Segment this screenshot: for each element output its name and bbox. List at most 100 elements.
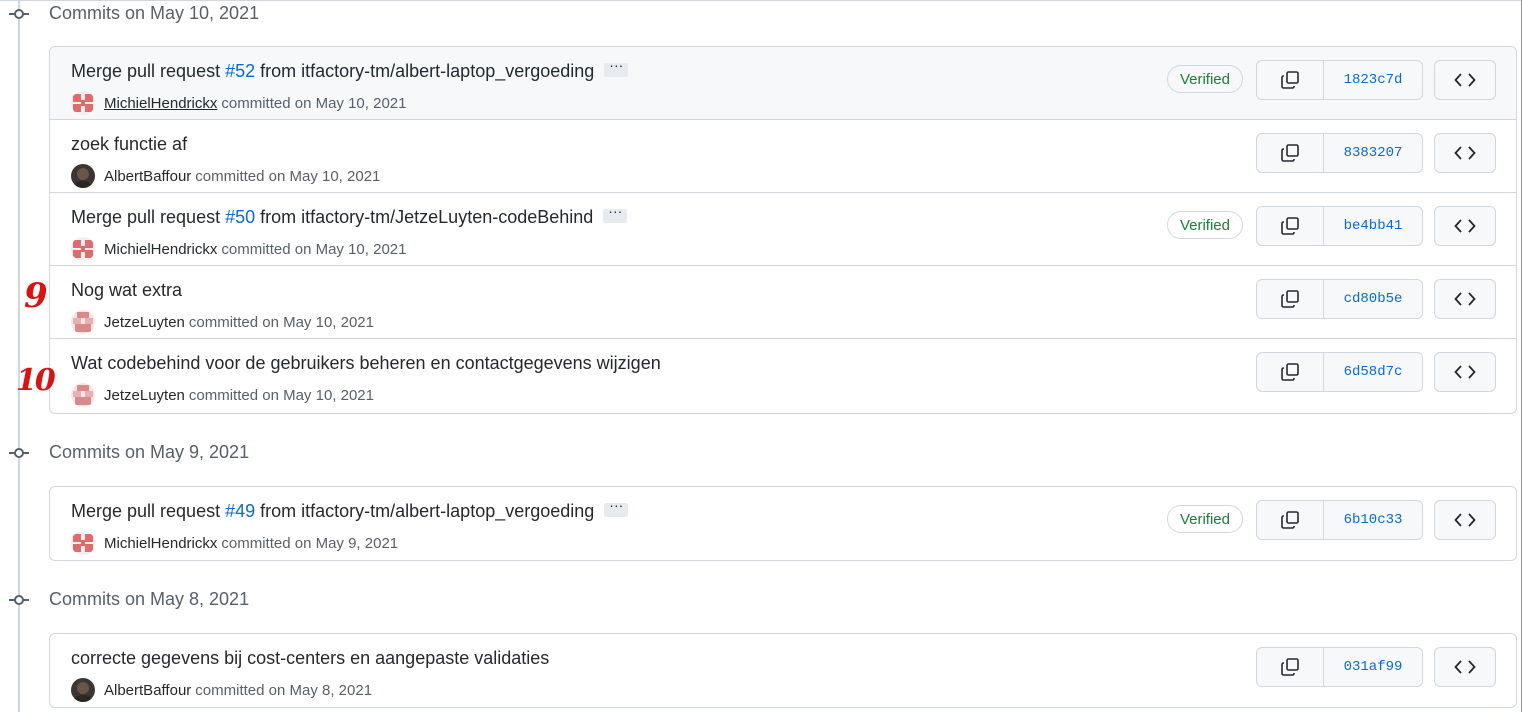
commit-meta: JetzeLuyten committed on May 10, 2021: [71, 310, 374, 334]
ellipsis-icon[interactable]: [603, 203, 628, 224]
commit-message[interactable]: Merge pull request #50 from itfactory-tm…: [71, 203, 628, 228]
commit-date: committed on May 8, 2021: [195, 681, 373, 699]
commit-message[interactable]: Merge pull request #52 from itfactory-tm…: [71, 57, 629, 82]
copy-icon: [1281, 71, 1299, 89]
pr-link[interactable]: #52: [225, 61, 255, 81]
commit-author[interactable]: AlbertBaffour: [104, 682, 191, 699]
copy-icon: [1281, 363, 1299, 381]
code-icon: [1454, 73, 1476, 87]
pr-link[interactable]: #49: [225, 501, 255, 521]
verified-badge[interactable]: Verified: [1166, 211, 1243, 239]
commit-group-header: Commits on May 8, 2021: [0, 586, 600, 616]
commit-message[interactable]: zoek functie af: [71, 134, 187, 155]
copy-sha-button[interactable]: [1257, 134, 1324, 172]
code-icon: [1454, 513, 1476, 527]
copy-sha-button[interactable]: [1257, 280, 1324, 318]
commit-list: Merge pull request #52 from itfactory-tm…: [49, 46, 1517, 414]
avatar[interactable]: [71, 678, 95, 702]
verified-badge[interactable]: Verified: [1166, 65, 1243, 93]
browse-repo-button[interactable]: [1434, 279, 1496, 319]
commit-message[interactable]: Nog wat extra: [71, 280, 182, 301]
commit-author[interactable]: MichielHendrickx: [104, 95, 217, 112]
code-icon: [1454, 365, 1476, 379]
commit-sha-link[interactable]: be4bb41: [1324, 207, 1422, 245]
group-title: Commits on May 10, 2021: [49, 3, 260, 23]
code-icon: [1454, 219, 1476, 233]
commit-date: committed on May 10, 2021: [188, 313, 374, 331]
annotation-number: 9: [24, 276, 48, 316]
commit-sha-link[interactable]: 1823c7d: [1324, 61, 1422, 99]
commit-message[interactable]: correcte gegevens bij cost-centers en aa…: [71, 648, 549, 669]
code-icon: [1454, 292, 1476, 306]
copy-icon: [1281, 217, 1299, 235]
commit-author[interactable]: AlbertBaffour: [104, 168, 191, 185]
group-title: Commits on May 8, 2021: [49, 589, 250, 609]
commit-meta: AlbertBaffour committed on May 8, 2021: [71, 678, 372, 702]
commit-sha-link[interactable]: cd80b5e: [1324, 280, 1422, 318]
copy-sha-button[interactable]: [1257, 353, 1324, 391]
ellipsis-icon[interactable]: [604, 57, 629, 78]
commit-author[interactable]: MichielHendrickx: [104, 535, 217, 552]
copy-sha-button[interactable]: [1257, 501, 1324, 539]
sha-button-group: 1823c7d: [1256, 60, 1423, 100]
commit-sha-link[interactable]: 6b10c33: [1324, 501, 1422, 539]
browse-repo-button[interactable]: [1434, 352, 1496, 392]
git-commit-icon: [9, 595, 29, 605]
copy-sha-button[interactable]: [1257, 648, 1324, 686]
commit-sha-link[interactable]: 6d58d7c: [1324, 353, 1422, 391]
ellipsis-icon[interactable]: [604, 497, 629, 518]
commit-meta: MichielHendrickx committed on May 9, 202…: [71, 531, 398, 555]
commit-row: correcte gegevens bij cost-centers en aa…: [50, 634, 1516, 707]
avatar[interactable]: [71, 310, 95, 334]
commit-date: committed on May 9, 2021: [221, 534, 399, 552]
sha-button-group: 8383207: [1256, 133, 1423, 173]
copy-icon: [1281, 290, 1299, 308]
commit-meta: MichielHendrickx committed on May 10, 20…: [71, 237, 406, 261]
avatar[interactable]: [71, 164, 95, 188]
commit-row: Merge pull request #52 from itfactory-tm…: [50, 47, 1516, 120]
avatar[interactable]: [71, 237, 95, 261]
commit-meta: JetzeLuyten committed on May 10, 2021: [71, 383, 374, 407]
commit-message[interactable]: Wat codebehind voor de gebruikers behere…: [71, 353, 661, 374]
browse-repo-button[interactable]: [1434, 206, 1496, 246]
copy-sha-button[interactable]: [1257, 61, 1324, 99]
commit-message[interactable]: Merge pull request #49 from itfactory-tm…: [71, 497, 629, 522]
copy-sha-button[interactable]: [1257, 207, 1324, 245]
commit-meta: MichielHendrickx committed on May 10, 20…: [71, 91, 406, 115]
browse-repo-button[interactable]: [1434, 647, 1496, 687]
commit-meta: AlbertBaffour committed on May 10, 2021: [71, 164, 380, 188]
copy-icon: [1281, 658, 1299, 676]
avatar[interactable]: [71, 531, 95, 555]
commit-author[interactable]: MichielHendrickx: [104, 241, 217, 258]
sha-button-group: 6d58d7c: [1256, 352, 1423, 392]
pr-link[interactable]: #50: [225, 207, 255, 227]
commit-group-header: Commits on May 9, 2021: [0, 439, 600, 469]
avatar[interactable]: [71, 91, 95, 115]
commit-date: committed on May 10, 2021: [221, 94, 407, 112]
browse-repo-button[interactable]: [1434, 500, 1496, 540]
avatar[interactable]: [71, 383, 95, 407]
commit-date: committed on May 10, 2021: [221, 240, 407, 258]
browse-repo-button[interactable]: [1434, 60, 1496, 100]
commit-sha-link[interactable]: 8383207: [1324, 134, 1422, 172]
commit-group-header: Commits on May 10, 2021: [0, 0, 600, 30]
commit-author[interactable]: JetzeLuyten: [104, 314, 185, 331]
group-title: Commits on May 9, 2021: [49, 442, 250, 462]
code-icon: [1454, 146, 1476, 160]
annotation-number: 10: [16, 363, 56, 398]
copy-icon: [1281, 511, 1299, 529]
commit-list: Merge pull request #49 from itfactory-tm…: [49, 486, 1517, 561]
commit-sha-link[interactable]: 031af99: [1324, 648, 1422, 686]
git-commit-icon: [9, 9, 29, 19]
sha-button-group: cd80b5e: [1256, 279, 1423, 319]
sha-button-group: be4bb41: [1256, 206, 1423, 246]
verified-badge[interactable]: Verified: [1166, 505, 1243, 533]
commit-row: Wat codebehind voor de gebruikers behere…: [50, 339, 1516, 412]
commit-author[interactable]: JetzeLuyten: [104, 387, 185, 404]
commit-date: committed on May 10, 2021: [188, 386, 374, 404]
sha-button-group: 6b10c33: [1256, 500, 1423, 540]
browse-repo-button[interactable]: [1434, 133, 1496, 173]
code-icon: [1454, 660, 1476, 674]
git-commit-icon: [9, 448, 29, 458]
commit-row: Merge pull request #50 from itfactory-tm…: [50, 193, 1516, 266]
